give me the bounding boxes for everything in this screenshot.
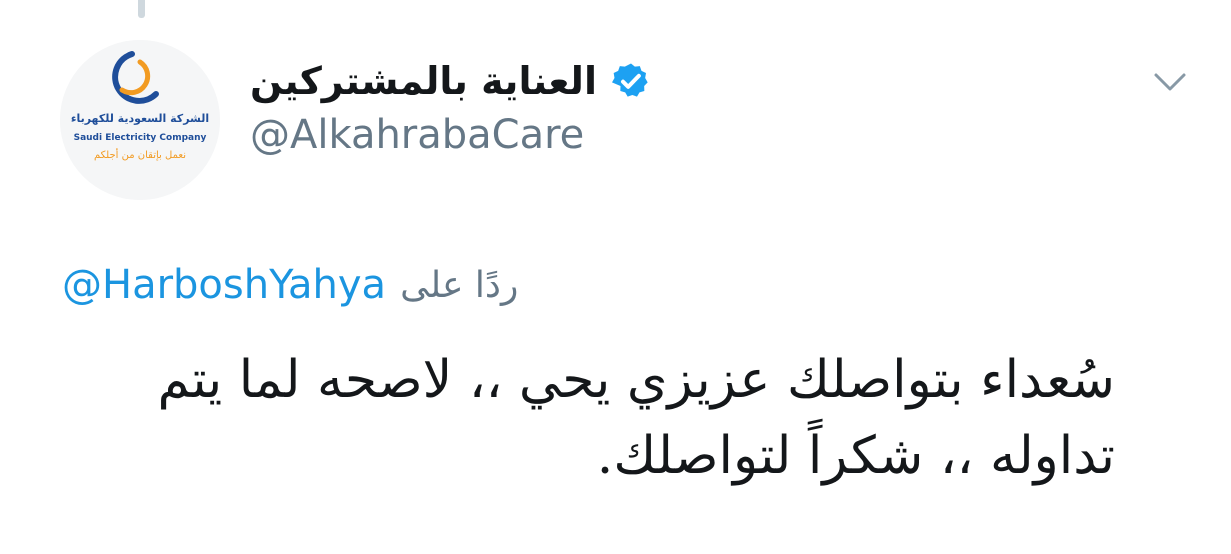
tweet-text: سُعداء بتواصلك عزيزي يحي ،، لاصحه لما يت… [157, 350, 1115, 486]
author-handle[interactable]: @AlkahrabaCare [250, 112, 584, 158]
saudi-electricity-logo-icon: الشركة السعودية للكهرباء Saudi Electrici… [60, 40, 220, 200]
avatar-text-english: Saudi Electricity Company [74, 133, 207, 143]
avatar-slogan: نعمل بإتقان من أجلكم [94, 148, 186, 161]
chevron-down-icon[interactable] [1150, 62, 1190, 102]
reply-to-prefix: ردًا على [400, 264, 519, 306]
author-display-name[interactable]: العناية بالمشتركين [250, 59, 597, 103]
verified-badge-icon [611, 63, 648, 97]
reply-to-handle-link[interactable]: @HarboshYahya [62, 262, 386, 308]
author-name-row: العناية بالمشتركين [250, 52, 651, 110]
reply-context: @HarboshYahya ردًا على [62, 255, 1112, 315]
thread-connector-line [138, 0, 145, 18]
avatar-text-arabic: الشركة السعودية للكهرباء [71, 112, 209, 125]
avatar[interactable]: الشركة السعودية للكهرباء Saudi Electrici… [60, 40, 220, 200]
